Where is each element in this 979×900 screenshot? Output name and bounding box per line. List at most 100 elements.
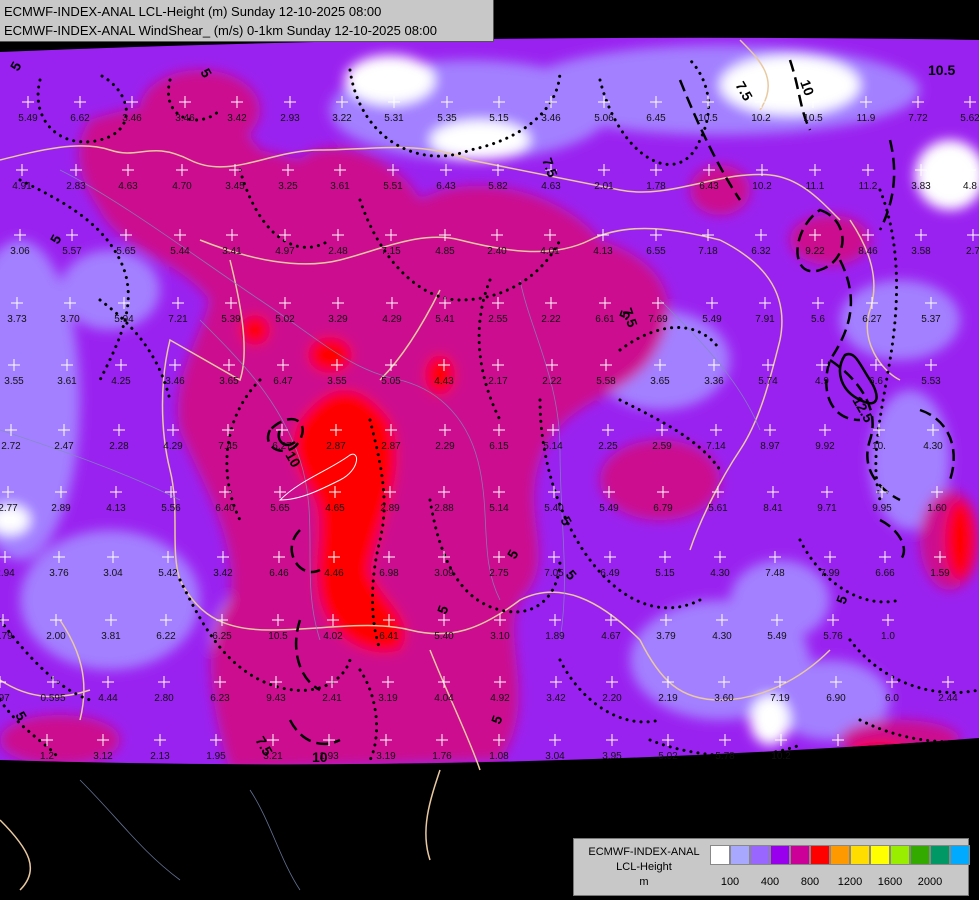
station-value: 5.49 bbox=[18, 113, 38, 124]
color-legend: ECMWF-INDEX-ANAL LCL-Height m 100 400 800 1… bbox=[573, 838, 970, 896]
station-value: 2.41 bbox=[322, 693, 342, 704]
legend-swatch bbox=[750, 845, 770, 865]
station-value: 4.91 bbox=[12, 181, 32, 192]
legend-tick-label: 100 bbox=[720, 876, 740, 888]
station-value: 5.56 bbox=[161, 503, 181, 514]
station-value: 9.92 bbox=[815, 441, 835, 452]
station-value: 4.44 bbox=[98, 693, 118, 704]
station-value: 5.41 bbox=[435, 314, 455, 325]
station-value: 3.79 bbox=[656, 631, 676, 642]
station-value: 5.15 bbox=[655, 568, 675, 579]
station-value: 3.46 bbox=[165, 376, 185, 387]
station-value: 5.05 bbox=[381, 376, 401, 387]
station-value: 5.02 bbox=[658, 751, 678, 762]
station-value: 6.49 bbox=[600, 568, 620, 579]
station-value: 4.63 bbox=[541, 181, 561, 192]
station-value: 2.80 bbox=[154, 693, 174, 704]
legend-color-bar bbox=[710, 845, 970, 865]
station-value: 5.74 bbox=[758, 376, 778, 387]
station-value: 5.49 bbox=[702, 314, 722, 325]
station-value: 3.95 bbox=[602, 751, 622, 762]
legend-title: ECMWF-INDEX-ANAL LCL-Height m bbox=[580, 845, 708, 890]
station-value: 5.06 bbox=[594, 113, 614, 124]
station-value: 5.53 bbox=[921, 376, 941, 387]
station-value: 4.43 bbox=[434, 376, 454, 387]
station-value: 2.22 bbox=[541, 314, 561, 325]
station-value: 2.28 bbox=[109, 441, 129, 452]
station-value: 3.46 bbox=[122, 113, 142, 124]
station-value: 7.21 bbox=[168, 314, 188, 325]
station-value: 6.41 bbox=[379, 631, 399, 642]
station-value: 4.29 bbox=[163, 441, 183, 452]
station-value: 2.72 bbox=[1, 441, 21, 452]
station-value: 4.97 bbox=[275, 246, 295, 257]
legend-swatch bbox=[950, 845, 970, 865]
station-value: 4.63 bbox=[118, 181, 138, 192]
station-value: 4.30 bbox=[710, 568, 730, 579]
station-value: 1.08 bbox=[489, 751, 509, 762]
station-value: 1.59 bbox=[930, 568, 950, 579]
legend-swatch bbox=[770, 845, 790, 865]
legend-tick-label: 1600 bbox=[877, 876, 903, 888]
station-value: 5.65 bbox=[270, 503, 290, 514]
legend-swatch bbox=[710, 845, 730, 865]
legend-swatch bbox=[850, 845, 870, 865]
lcl-height-field bbox=[0, 37, 979, 765]
station-value: 3.04 bbox=[103, 568, 123, 579]
station-value: 5.02 bbox=[275, 314, 295, 325]
station-value: 4.01 bbox=[540, 246, 560, 257]
title-line-2: ECMWF-INDEX-ANAL WindShear_ (m/s) 0-1km … bbox=[4, 23, 438, 38]
station-value: 1.79 bbox=[0, 631, 13, 642]
station-value: 2.88 bbox=[434, 503, 454, 514]
station-value: 5.49 bbox=[767, 631, 787, 642]
station-value: 1.0 bbox=[881, 631, 895, 642]
station-value: 2.75 bbox=[489, 568, 509, 579]
station-value: 3.42 bbox=[227, 113, 247, 124]
station-value: 2.01 bbox=[594, 181, 614, 192]
legend-swatch bbox=[810, 845, 830, 865]
station-value: 6.46 bbox=[269, 568, 289, 579]
station-value: 7.45 bbox=[218, 441, 238, 452]
station-value: 4.65 bbox=[325, 503, 345, 514]
station-value: 7.14 bbox=[706, 441, 726, 452]
legend-tick-label: 2000 bbox=[917, 876, 943, 888]
station-value: 3.12 bbox=[93, 751, 113, 762]
station-value: 3.04 bbox=[545, 751, 565, 762]
station-value: 6.43 bbox=[436, 181, 456, 192]
station-value: 2.55 bbox=[488, 314, 508, 325]
station-value: 2.89 bbox=[51, 503, 71, 514]
station-value: 10.2 bbox=[771, 751, 791, 762]
station-value: 6.40 bbox=[215, 503, 235, 514]
station-value: 5.58 bbox=[596, 376, 616, 387]
station-value: 3.65 bbox=[650, 376, 670, 387]
station-value: 2.7 bbox=[966, 246, 979, 257]
map-title-box: ECMWF-INDEX-ANAL LCL-Height (m) Sunday 1… bbox=[0, 0, 494, 42]
station-value: 7.15 bbox=[381, 246, 401, 257]
station-value: 3.42 bbox=[213, 568, 233, 579]
station-value: 6.32 bbox=[751, 246, 771, 257]
station-value: 3.22 bbox=[332, 113, 352, 124]
station-value: 4.8 bbox=[963, 181, 977, 192]
station-value: 10.2 bbox=[752, 181, 772, 192]
station-value: 4.04 bbox=[434, 693, 454, 704]
station-value: 6.55 bbox=[646, 246, 666, 257]
station-value: 5.42 bbox=[158, 568, 178, 579]
station-value: 6.66 bbox=[875, 568, 895, 579]
station-value: 6.0 bbox=[885, 693, 899, 704]
station-value: 3.29 bbox=[328, 314, 348, 325]
station-value: 2.22 bbox=[542, 376, 562, 387]
station-value: 1.95 bbox=[206, 751, 226, 762]
station-value: 3.55 bbox=[327, 376, 347, 387]
station-value: 4.25 bbox=[111, 376, 131, 387]
station-value: 11.2 bbox=[859, 181, 878, 192]
station-value: 2.59 bbox=[652, 441, 672, 452]
station-value: 3.45 bbox=[225, 181, 245, 192]
station-value: 6.90 bbox=[826, 693, 846, 704]
station-value: 5.94 bbox=[114, 314, 134, 325]
station-value: 11.9 bbox=[857, 113, 876, 124]
station-value: 6.25 bbox=[212, 631, 232, 642]
station-value: 2.29 bbox=[435, 441, 455, 452]
station-value: 5.14 bbox=[489, 503, 509, 514]
station-value: 3.19 bbox=[378, 693, 398, 704]
station-value: 3.09 bbox=[434, 568, 454, 579]
